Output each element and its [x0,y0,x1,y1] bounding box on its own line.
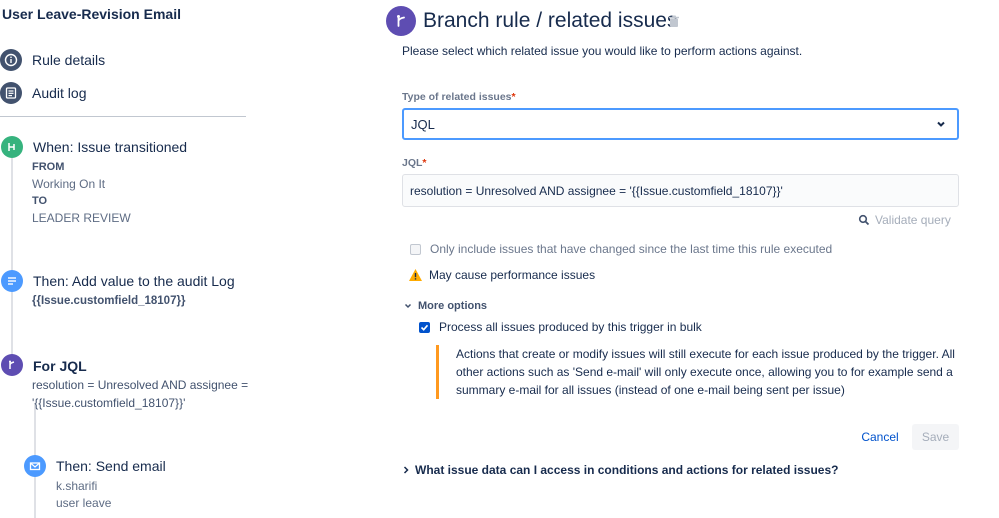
trigger-icon [1,136,23,158]
type-field-label-text: Type of related issues [402,91,512,103]
faq-label: What issue data can I access in conditio… [415,463,839,477]
type-field-label: Type of related issues* [402,91,516,103]
from-value: Working On It [32,177,106,191]
component-value: {{Issue.customfield_18107}} [32,295,186,307]
info-icon [0,49,22,71]
audit-log-icon [0,82,22,104]
nav-audit-log[interactable]: Audit log [0,81,86,105]
search-icon [858,214,870,226]
to-value: LEADER REVIEW [32,211,131,225]
branch-header-icon [386,6,416,36]
note-line: Actions that create or modify issues wil… [456,347,955,361]
audit-action-icon [1,270,23,292]
bulk-checkbox-row[interactable]: Process all issues produced by this trig… [419,320,702,334]
bulk-checkbox[interactable] [419,321,430,333]
component-line: k.sharifi [56,479,98,493]
component-line: user leave [56,496,112,510]
related-issues-faq-toggle[interactable]: What issue data can I access in conditio… [403,463,838,477]
nav-label: Rule details [32,52,106,68]
bulk-label: Process all issues produced by this trig… [439,320,702,334]
page-title: Branch rule / related issues [423,9,678,32]
chevron-down-icon [404,303,412,309]
jql-input[interactable]: resolution = Unresolved AND assignee = '… [402,174,959,207]
jql-field-label-text: JQL [402,157,423,169]
sidebar-divider [0,116,246,117]
component-heading: For JQL [33,358,87,374]
note-line: other actions such as 'Send e-mail' will… [456,365,953,379]
rule-sidebar: User Leave-Revision Email Rule details A… [0,0,250,518]
component-line: '{{Issue.customfield_18107}}' [32,396,186,410]
component-heading: Then: Add value to the audit Log [33,273,235,289]
flow-connector [11,158,13,358]
only-changed-label: Only include issues that have changed si… [430,242,833,256]
type-select-value: JQL [411,116,435,132]
component-line: resolution = Unresolved AND assignee = [32,378,249,392]
chevron-down-icon [935,118,947,133]
checkmark-icon [420,324,429,331]
more-options-label: More options [418,300,488,312]
performance-warning: May cause performance issues [408,268,595,282]
chevron-right-icon [403,466,409,474]
rule-title: User Leave-Revision Email [2,6,181,22]
component-heading: Then: Send email [56,458,166,474]
required-marker: * [422,157,427,169]
more-options-toggle[interactable]: More options [404,300,487,312]
page-subtitle: Please select which related issue you wo… [402,44,803,58]
required-marker: * [511,91,516,103]
nav-label: Audit log [32,85,87,101]
jql-field-label: JQL* [402,157,427,169]
from-label: FROM [32,161,65,173]
nav-rule-details[interactable]: Rule details [0,48,105,72]
branch-icon [1,354,23,376]
only-changed-checkbox-row[interactable]: Only include issues that have changed si… [410,242,832,256]
save-button[interactable]: Save [912,424,959,450]
validate-query-label: Validate query [875,213,951,227]
to-label: TO [32,195,48,207]
jql-input-value: resolution = Unresolved AND assignee = '… [410,183,783,198]
delete-icon[interactable] [668,15,680,33]
note-line: summary e-mail for all issues (instead o… [456,383,845,397]
warning-text: May cause performance issues [429,268,596,282]
warning-icon [409,269,422,281]
type-select[interactable]: JQL [402,108,959,140]
component-heading: When: Issue transitioned [33,139,188,155]
only-changed-checkbox[interactable] [410,243,421,255]
email-icon [24,455,46,477]
validate-query-link[interactable]: Validate query [858,213,951,227]
cancel-button[interactable]: Cancel [855,424,905,450]
bulk-info-note: Actions that create or modify issues wil… [436,345,956,399]
